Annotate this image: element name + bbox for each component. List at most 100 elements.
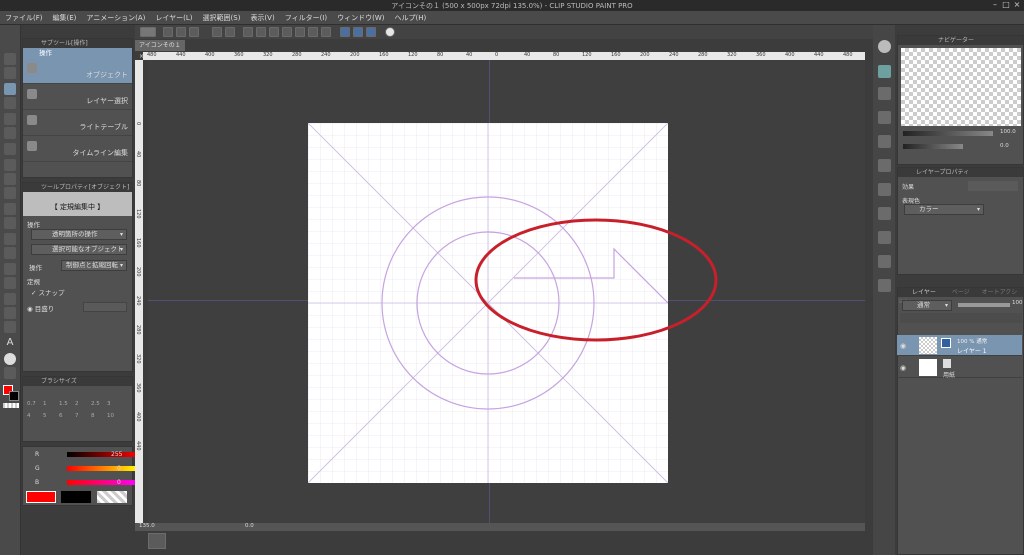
snap-checkbox[interactable]: ✓ スナップ bbox=[31, 287, 65, 297]
3d-icon[interactable] bbox=[878, 183, 891, 196]
eyedropper-icon[interactable] bbox=[4, 143, 16, 155]
brush-tool-icon[interactable] bbox=[4, 187, 16, 199]
tab-page[interactable]: ページ bbox=[952, 289, 970, 296]
close-icon[interactable]: × bbox=[1012, 1, 1022, 9]
canvas-area[interactable] bbox=[148, 60, 865, 523]
layer-template-icon[interactable] bbox=[878, 279, 891, 292]
pen-tool-icon[interactable] bbox=[4, 159, 16, 171]
angle-value[interactable]: 0.0 bbox=[245, 523, 254, 529]
brush-size-option[interactable]: 7 bbox=[75, 413, 91, 419]
scale-dropdown[interactable] bbox=[83, 302, 127, 312]
brush-size-option[interactable]: 2.5 bbox=[91, 401, 107, 407]
b-value[interactable]: 0 bbox=[117, 479, 121, 486]
menu-edit[interactable]: 編集(E) bbox=[48, 11, 82, 25]
expand-icon[interactable] bbox=[321, 27, 331, 37]
opacity-slider[interactable] bbox=[958, 303, 1010, 307]
folder-icon[interactable] bbox=[878, 87, 891, 100]
minimize-icon[interactable]: – bbox=[990, 1, 1000, 9]
g-slider[interactable] bbox=[67, 466, 139, 471]
timeline-toggle-button[interactable] bbox=[148, 533, 166, 549]
subtool-layer-select[interactable]: レイヤー選択 bbox=[23, 84, 132, 110]
current-main-color[interactable] bbox=[26, 491, 56, 503]
search-icon[interactable] bbox=[878, 40, 891, 53]
blend-mode-dropdown[interactable]: 通常 ▾ bbox=[902, 300, 952, 311]
pattern-icon[interactable] bbox=[878, 135, 891, 148]
layer-row[interactable]: ◉ 用紙 bbox=[897, 357, 1022, 379]
character-icon[interactable] bbox=[878, 207, 891, 220]
new-file-icon[interactable] bbox=[163, 27, 173, 37]
eye-icon[interactable]: ◉ bbox=[900, 364, 906, 372]
sub-color-swatch[interactable] bbox=[9, 391, 19, 401]
transparent-op-dropdown[interactable]: 透明箇所の操作 ▾ bbox=[31, 229, 127, 240]
ruler-tool-icon[interactable] bbox=[4, 321, 16, 333]
b-slider[interactable] bbox=[67, 480, 139, 485]
material-icon[interactable] bbox=[878, 65, 891, 78]
help-icon[interactable] bbox=[385, 27, 395, 37]
brush-material-icon[interactable] bbox=[878, 111, 891, 124]
eraser-icon[interactable] bbox=[4, 233, 16, 245]
g-value[interactable]: 0 bbox=[117, 465, 121, 472]
tab-canvas[interactable]: アイコンその１ × bbox=[135, 40, 185, 60]
snap-special-ruler-icon[interactable] bbox=[353, 27, 363, 37]
transparent-color-swatch[interactable] bbox=[3, 403, 19, 408]
subtool-timeline-edit[interactable]: タイムライン編集 bbox=[23, 136, 132, 162]
brush-size-option[interactable]: 3 bbox=[107, 401, 123, 407]
brush-size-option[interactable]: 4 bbox=[27, 413, 43, 419]
auto-select-icon[interactable] bbox=[4, 127, 16, 139]
correct-line-icon[interactable] bbox=[4, 367, 16, 379]
zoom-value[interactable]: 135.0 bbox=[139, 523, 155, 529]
rotate-slider[interactable] bbox=[903, 144, 963, 149]
menu-animation[interactable]: アニメーション(A) bbox=[81, 11, 150, 25]
brush-size-option[interactable]: 1 bbox=[43, 401, 59, 407]
subtool-lighttable[interactable]: ライトテーブル bbox=[23, 110, 132, 136]
r-value[interactable]: 255 bbox=[111, 451, 122, 458]
subtool-object[interactable]: オブジェクト bbox=[23, 58, 132, 84]
operation-mode-dropdown[interactable]: 制御点と拡縮回転 ▾ bbox=[61, 260, 127, 271]
eye-icon[interactable]: ◉ bbox=[900, 342, 906, 350]
blend-icon[interactable] bbox=[4, 247, 16, 259]
scale-row[interactable]: ◉ 目盛り bbox=[27, 303, 54, 313]
hand-tool-icon[interactable] bbox=[4, 67, 16, 79]
layer-row[interactable]: ◉ 100 % 通常 レイヤー 1 bbox=[897, 335, 1022, 356]
transform-icon[interactable] bbox=[256, 27, 266, 37]
menu-selection[interactable]: 選択範囲(S) bbox=[198, 11, 246, 25]
effect-buttons[interactable] bbox=[968, 181, 1018, 191]
invert-selection-icon[interactable] bbox=[282, 27, 292, 37]
move-layer-icon[interactable] bbox=[4, 97, 16, 109]
text-tool-icon[interactable]: A bbox=[4, 337, 16, 349]
navigator-preview[interactable] bbox=[901, 48, 1021, 126]
brush-size-option[interactable]: 8 bbox=[91, 413, 107, 419]
selectable-object-dropdown[interactable]: 選択可能なオブジェクト ▾ bbox=[31, 244, 127, 255]
frame-icon[interactable] bbox=[4, 307, 16, 319]
open-file-icon[interactable] bbox=[176, 27, 186, 37]
expression-color-dropdown[interactable]: カラー ▾ bbox=[904, 204, 984, 215]
pencil-tool-icon[interactable] bbox=[4, 173, 16, 185]
balloon-icon[interactable] bbox=[4, 353, 16, 365]
menu-window[interactable]: ウィンドウ(W) bbox=[332, 11, 389, 25]
snap-ruler-icon[interactable] bbox=[340, 27, 350, 37]
crop-icon[interactable] bbox=[295, 27, 305, 37]
transparent-color[interactable] bbox=[97, 491, 127, 503]
airbrush-icon[interactable] bbox=[4, 203, 16, 215]
fill-icon[interactable] bbox=[308, 27, 318, 37]
layer-toolbar[interactable] bbox=[900, 313, 1022, 323]
menu-help[interactable]: ヘルプ(H) bbox=[389, 11, 431, 25]
operation-tool-icon[interactable] bbox=[4, 83, 16, 95]
menu-view[interactable]: 表示(V) bbox=[245, 11, 279, 25]
navigator-rotate[interactable]: 0.0 bbox=[1000, 143, 1009, 149]
clip-studio-icon[interactable] bbox=[140, 27, 156, 37]
current-sub-color[interactable] bbox=[61, 491, 91, 503]
zoom-slider[interactable] bbox=[903, 131, 993, 136]
ruler-icon[interactable] bbox=[941, 338, 951, 348]
fill-tool-icon[interactable] bbox=[4, 263, 16, 275]
figure-icon[interactable] bbox=[4, 293, 16, 305]
deselect-icon[interactable] bbox=[269, 27, 279, 37]
navigator-zoom[interactable]: 100.0 bbox=[1000, 129, 1016, 135]
brush-size-option[interactable]: 5 bbox=[43, 413, 59, 419]
menu-layer[interactable]: レイヤー(L) bbox=[150, 11, 197, 25]
tab-layer[interactable]: レイヤー bbox=[912, 289, 936, 296]
decoration-icon[interactable] bbox=[4, 217, 16, 229]
zoom-tool-icon[interactable] bbox=[4, 53, 16, 65]
snap-grid-icon[interactable] bbox=[366, 27, 376, 37]
maximize-icon[interactable]: □ bbox=[1001, 1, 1011, 9]
